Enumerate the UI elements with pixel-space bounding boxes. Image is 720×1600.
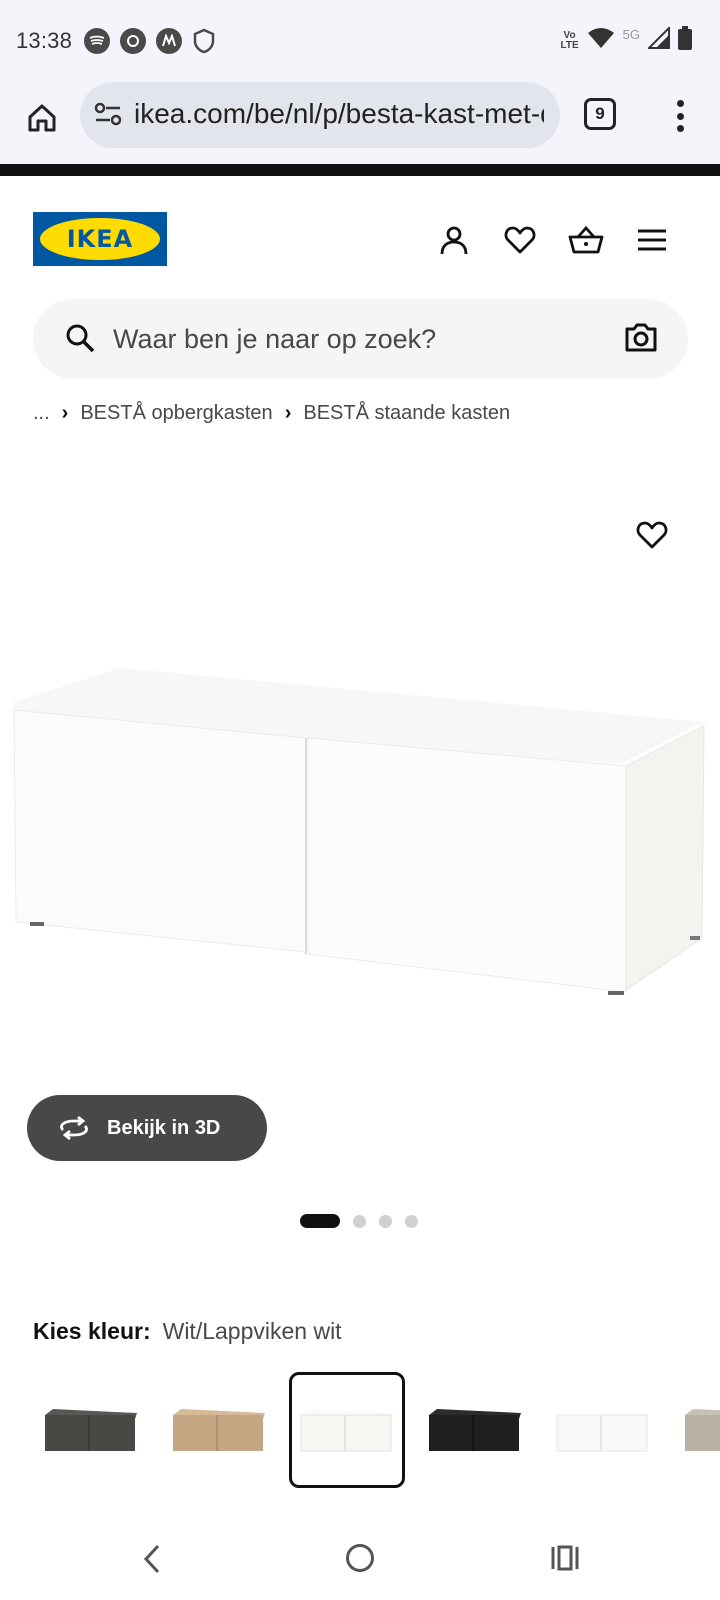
search-input[interactable] [113,299,603,379]
swatch-cabinet-image [556,1409,649,1452]
swatch-cabinet-image [685,1409,720,1451]
pagination-dot[interactable] [405,1214,418,1228]
wifi-icon [587,27,615,54]
colour-swatch-oak[interactable] [161,1372,277,1488]
add-to-wishlist-button[interactable] [636,520,668,555]
colour-swatch-white-glossy[interactable] [545,1372,661,1488]
breadcrumb: ... › BESTÅ opbergkasten › BESTÅ staande… [33,402,510,425]
pagination-dot-active[interactable] [300,1214,340,1228]
logo-text: IKEA [66,225,134,253]
chrome-like-icon [120,28,146,54]
signal-icon [646,25,670,54]
pagination-dot[interactable] [379,1214,392,1228]
ikea-logo[interactable]: IKEA [33,212,167,266]
visual-search-camera-icon[interactable] [624,321,658,358]
view-in-3d-button[interactable]: Bekijk in 3D [27,1095,267,1161]
menu-button[interactable] [634,222,670,258]
view-in-3d-label: Bekijk in 3D [107,1116,221,1139]
site-settings-icon[interactable] [94,102,122,131]
heart-icon [636,521,668,549]
chevron-right-icon: › [61,402,69,424]
spotify-icon [84,28,110,54]
browser-home-button[interactable] [22,98,62,138]
menu-dot [676,125,684,132]
product-image-besta-cabinet [13,668,705,995]
selected-colour-value: Wit/Lappviken wit [162,1318,342,1344]
home-icon [28,104,56,132]
pagination-dot[interactable] [353,1214,366,1228]
network-type: 5G [622,27,640,42]
wishlist-button[interactable] [502,222,538,258]
browser-toolbar: ikea.com/be/nl/p/besta-kast-met-deuren 9 [0,82,720,164]
chevron-right-icon: › [284,402,292,424]
account-button[interactable] [436,222,472,258]
browser-menu-button[interactable] [668,98,692,134]
basket-icon [568,225,604,254]
image-pagination [300,1214,418,1228]
recent-apps-button[interactable] [550,1544,580,1577]
heart-icon [504,226,536,254]
colour-label: Kies kleur: [33,1318,151,1344]
shield-icon [192,28,216,59]
colour-swatch-black-brown[interactable] [417,1372,533,1488]
swatch-cabinet-image [429,1409,521,1451]
basket-button[interactable] [568,222,604,258]
notification-icons [84,28,216,59]
colour-selection-header: Kies kleur: Wit/Lappviken wit [33,1318,342,1345]
colour-swatch-beige[interactable] [673,1372,720,1488]
battery-icon [678,26,692,55]
clock: 13:38 [16,28,73,53]
swatch-cabinet-image [300,1409,393,1452]
logo-oval: IKEA [40,218,160,260]
address-bar[interactable]: ikea.com/be/nl/p/besta-kast-met-deuren [80,82,560,148]
colour-swatch-white-selected[interactable] [289,1372,405,1488]
page-top-divider [0,164,720,176]
system-navigation-bar [0,1530,720,1600]
breadcrumb-ellipsis[interactable]: ... [33,402,50,425]
menu-dot [676,112,684,120]
search-bar[interactable] [33,299,688,379]
menu-dot [676,100,684,107]
breadcrumb-item-besta-storage[interactable]: BESTÅ opbergkasten [80,402,272,425]
tab-switcher-button[interactable]: 9 [584,98,616,130]
breadcrumb-item-besta-standing[interactable]: BESTÅ staande kasten [303,402,510,425]
recent-apps-icon [551,1545,579,1571]
volte-indicator: Vo LTE [560,29,579,51]
url-text[interactable]: ikea.com/be/nl/p/besta-kast-met-deuren [134,98,544,130]
colour-swatch-list [33,1372,720,1488]
swatch-cabinet-image [45,1409,137,1451]
hamburger-menu-icon [638,229,666,251]
back-button[interactable] [140,1544,164,1579]
status-bar: 13:38 Vo LTE 5G [0,0,720,82]
account-icon [440,226,468,255]
rotate-3d-icon [60,1116,88,1140]
system-icons: Vo LTE 5G [560,25,692,55]
motorola-icon [156,28,182,54]
swatch-cabinet-image [173,1409,265,1451]
colour-swatch-dark-grey[interactable] [33,1372,149,1488]
search-icon [65,323,95,358]
back-chevron-icon [143,1544,160,1574]
home-button[interactable] [346,1544,374,1572]
